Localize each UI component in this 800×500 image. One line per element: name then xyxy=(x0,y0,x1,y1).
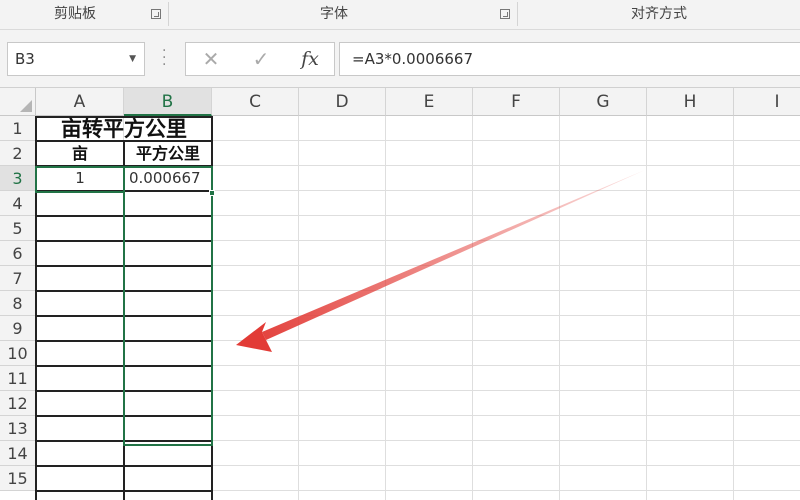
row-header-7[interactable]: 7 xyxy=(0,266,36,291)
row-header-4[interactable]: 4 xyxy=(0,191,36,216)
gridline xyxy=(733,116,734,500)
gridline xyxy=(559,116,560,500)
ribbon-group-font: 字体 xyxy=(169,0,499,30)
worksheet-grid[interactable]: A B C D E F G H I 1 2 3 4 5 6 7 8 9 10 1… xyxy=(0,88,800,500)
row-header-1[interactable]: 1 xyxy=(0,116,36,141)
ribbon-group-bar: 剪贴板 字体 对齐方式 xyxy=(0,0,800,30)
chevron-down-icon[interactable]: ▼ xyxy=(129,43,136,75)
cell-b2[interactable]: 平方公里 xyxy=(125,141,211,166)
row-header-15[interactable]: 15 xyxy=(0,466,36,491)
cell-a1-merged[interactable]: 亩转平方公里 xyxy=(37,116,211,141)
formula-bar: B3 ▼ · · · ✕ ✓ fx =A3*0.0006667 xyxy=(0,30,800,88)
cancel-icon[interactable]: ✕ xyxy=(191,43,231,75)
selection-range xyxy=(123,166,213,446)
row-header-13[interactable]: 13 xyxy=(0,416,36,441)
enter-icon[interactable]: ✓ xyxy=(241,43,281,75)
name-box-value: B3 xyxy=(15,50,35,68)
row-header-8[interactable]: 8 xyxy=(0,291,36,316)
column-header-b[interactable]: B xyxy=(124,88,212,116)
fill-handle[interactable] xyxy=(209,190,215,196)
column-header-a[interactable]: A xyxy=(36,88,124,116)
row-header-5[interactable]: 5 xyxy=(0,216,36,241)
row-header-10[interactable]: 10 xyxy=(0,341,36,366)
row-header-12[interactable]: 12 xyxy=(0,391,36,416)
font-dialog-launcher-icon[interactable] xyxy=(500,9,510,19)
column-header-c[interactable]: C xyxy=(212,88,299,116)
ribbon-group-alignment-label: 对齐方式 xyxy=(631,6,687,22)
column-header-f[interactable]: F xyxy=(473,88,560,116)
gridline xyxy=(385,116,386,500)
insert-function-icon[interactable]: fx xyxy=(290,43,330,75)
name-box[interactable]: B3 ▼ xyxy=(7,42,145,76)
ribbon-group-clipboard: 剪贴板 xyxy=(0,0,150,30)
ribbon-group-alignment: 对齐方式 xyxy=(518,0,800,30)
column-header-g[interactable]: G xyxy=(560,88,647,116)
formula-buttons: ✕ ✓ fx xyxy=(185,42,335,76)
column-header-d[interactable]: D xyxy=(299,88,386,116)
formula-input[interactable]: =A3*0.0006667 xyxy=(339,42,800,76)
row-header-14[interactable]: 14 xyxy=(0,441,36,466)
row-header-6[interactable]: 6 xyxy=(0,241,36,266)
gridline xyxy=(298,116,299,500)
column-header-h[interactable]: H xyxy=(647,88,734,116)
row-header-3[interactable]: 3 xyxy=(0,166,36,191)
clipboard-dialog-launcher-icon[interactable] xyxy=(151,9,161,19)
gridline xyxy=(472,116,473,500)
cell-a2[interactable]: 亩 xyxy=(37,141,123,166)
row-header-9[interactable]: 9 xyxy=(0,316,36,341)
ribbon-group-font-label: 字体 xyxy=(320,6,348,22)
ribbon-group-clipboard-label: 剪贴板 xyxy=(54,6,96,22)
row-header-11[interactable]: 11 xyxy=(0,366,36,391)
row-header-2[interactable]: 2 xyxy=(0,141,36,166)
select-all-button[interactable] xyxy=(0,88,36,116)
column-header-e[interactable]: E xyxy=(386,88,473,116)
column-header-i[interactable]: I xyxy=(734,88,800,116)
gridline xyxy=(646,116,647,500)
more-options-icon[interactable]: · · · xyxy=(162,44,166,72)
cell-a3-highlight xyxy=(35,166,125,193)
